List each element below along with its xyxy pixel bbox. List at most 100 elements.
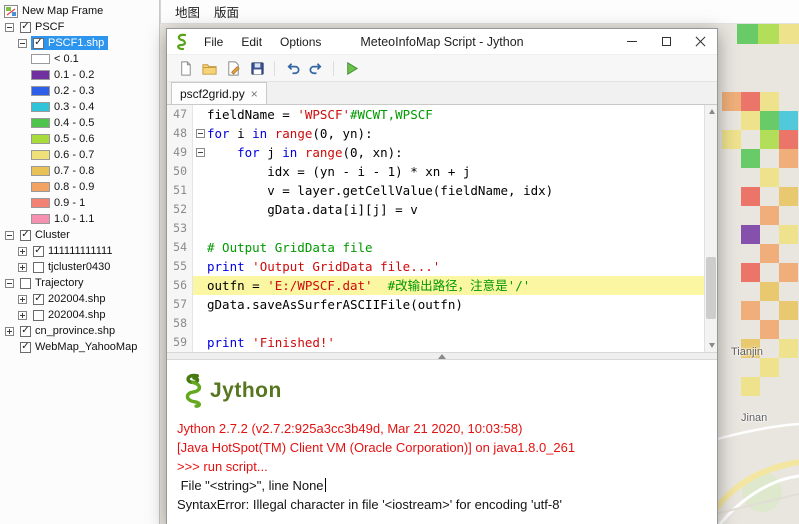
code-line[interactable]: 58 (167, 314, 717, 333)
menu-edit[interactable]: Edit (232, 35, 271, 49)
code-line[interactable]: 59print 'Finished!' (167, 333, 717, 352)
minimize-button[interactable] (615, 29, 649, 55)
tree-item[interactable]: WebMap_YahooMap (0, 339, 159, 355)
code-line[interactable]: 48for i in range(0, yn): (167, 124, 717, 143)
tree-item[interactable]: 202004.shp (0, 291, 159, 307)
layer-checkbox[interactable] (20, 230, 31, 241)
tab-label: pscf2grid.py (180, 87, 245, 101)
code-line[interactable]: 52 gData.data[i][j] = v (167, 200, 717, 219)
redo-icon[interactable] (304, 57, 328, 79)
legend-item[interactable]: 0.1 - 0.2 (0, 67, 159, 83)
legend-item[interactable]: < 0.1 (0, 51, 159, 67)
code-line[interactable]: 54# Output GridData file (167, 238, 717, 257)
layer-checkbox[interactable] (33, 294, 44, 305)
console-output[interactable]: Jython Jython 2.7.2 (v2.7.2:925a3cc3b49d… (167, 360, 717, 524)
tree-item[interactable]: tjcluster0430 (0, 259, 159, 275)
legend-item[interactable]: 1.0 - 1.1 (0, 211, 159, 227)
code-editor[interactable]: 47fieldName = 'WPSCF'#WCWT,WPSCF48for i … (167, 105, 717, 352)
code-line-body (193, 314, 717, 333)
layer-row: WebMap_YahooMap (18, 340, 141, 354)
code-line[interactable]: 47fieldName = 'WPSCF'#WCWT,WPSCF (167, 105, 717, 124)
layer-checkbox[interactable] (20, 342, 31, 353)
console-text: File "<string>", line None (177, 478, 324, 493)
layer-checkbox[interactable] (33, 38, 44, 49)
code-token: (0, xn): (343, 145, 403, 160)
collapse-icon[interactable] (5, 279, 14, 288)
code-token: idx = (yn - i - 1) * xn + j (207, 164, 470, 179)
fold-collapse-icon[interactable] (196, 148, 205, 157)
layer-checkbox[interactable] (20, 326, 31, 337)
expand-icon[interactable] (18, 311, 27, 320)
tree-item[interactable]: PSCF (0, 19, 159, 35)
run-icon[interactable] (339, 57, 363, 79)
console-lines: Jython 2.7.2 (v2.7.2:925a3cc3b49d, Mar 2… (177, 419, 717, 514)
tree-root-map-frame[interactable]: New Map Frame (0, 3, 159, 19)
code-line[interactable]: 53 (167, 219, 717, 238)
code-line[interactable]: 51 v = layer.getCellValue(fieldName, idx… (167, 181, 717, 200)
tab-pscf2grid[interactable]: pscf2grid.py × (171, 82, 267, 104)
tree-item[interactable]: PSCF1.shp (0, 35, 159, 51)
layer-checkbox[interactable] (33, 246, 44, 257)
legend-item[interactable]: 0.9 - 1 (0, 195, 159, 211)
legend-label: 0.2 - 0.3 (54, 85, 94, 97)
scrollbar-thumb[interactable] (706, 257, 716, 319)
expand-icon[interactable] (18, 295, 27, 304)
expand-icon[interactable] (18, 247, 27, 256)
code-line-body: v = layer.getCellValue(fieldName, idx) (193, 181, 717, 200)
new-file-icon[interactable] (173, 57, 197, 79)
tree-item[interactable]: Cluster (0, 227, 159, 243)
tree-item[interactable]: 202004.shp (0, 307, 159, 323)
layer-checkbox[interactable] (33, 262, 44, 273)
tab-close-icon[interactable]: × (251, 87, 258, 101)
menu-options[interactable]: Options (271, 35, 330, 49)
legend-item[interactable]: 0.6 - 0.7 (0, 147, 159, 163)
scroll-up-icon[interactable] (705, 105, 717, 118)
editor-console-splitter[interactable] (167, 352, 717, 360)
code-text: idx = (yn - i - 1) * xn + j (207, 162, 470, 181)
legend-item[interactable]: 0.5 - 0.6 (0, 131, 159, 147)
scroll-down-icon[interactable] (705, 339, 717, 352)
maximize-button[interactable] (649, 29, 683, 55)
legend-swatch (31, 86, 50, 96)
titlebar[interactable]: File Edit Options MeteoInfoMap Script - … (167, 29, 717, 55)
legend-item[interactable]: 0.4 - 0.5 (0, 115, 159, 131)
collapse-icon[interactable] (5, 23, 14, 32)
pscf-cell (760, 320, 779, 339)
menu-tab-layout[interactable]: 版面 (214, 2, 239, 21)
legend-item[interactable]: 0.7 - 0.8 (0, 163, 159, 179)
expand-icon[interactable] (5, 327, 14, 336)
tree-item[interactable]: 111111111111 (0, 243, 159, 259)
layer-checkbox[interactable] (33, 310, 44, 321)
menu-file[interactable]: File (195, 35, 232, 49)
close-button[interactable] (683, 29, 717, 55)
fold-collapse-icon[interactable] (196, 129, 205, 138)
code-text: gData.saveAsSurferASCIIFile(outfn) (207, 295, 463, 314)
undo-icon[interactable] (280, 57, 304, 79)
code-line[interactable]: 55print 'Output GridData file...' (167, 257, 717, 276)
layer-checkbox[interactable] (20, 278, 31, 289)
expand-icon[interactable] (18, 263, 27, 272)
line-number: 49 (167, 143, 193, 162)
maximize-icon (662, 37, 671, 46)
code-line[interactable]: 49 for j in range(0, xn): (167, 143, 717, 162)
open-icon[interactable] (197, 57, 221, 79)
code-line[interactable]: 57gData.saveAsSurferASCIIFile(outfn) (167, 295, 717, 314)
save-as-icon[interactable] (221, 57, 245, 79)
tree-item[interactable]: Trajectory (0, 275, 159, 291)
save-icon[interactable] (245, 57, 269, 79)
code-line-body: for i in range(0, yn): (193, 124, 717, 143)
code-line[interactable]: 56outfn = 'E:/WPSCF.dat' #改输出路径，注意是'/' (167, 276, 717, 295)
line-number: 48 (167, 124, 193, 143)
layer-checkbox[interactable] (20, 22, 31, 33)
menu-tab-map[interactable]: 地图 (175, 2, 200, 21)
editor-vscrollbar[interactable] (704, 105, 717, 352)
collapse-icon[interactable] (18, 39, 27, 48)
tree-item[interactable]: cn_province.shp (0, 323, 159, 339)
code-line-body: for j in range(0, xn): (193, 143, 717, 162)
legend-item[interactable]: 0.3 - 0.4 (0, 99, 159, 115)
legend-item[interactable]: 0.2 - 0.3 (0, 83, 159, 99)
legend-item[interactable]: 0.8 - 0.9 (0, 179, 159, 195)
code-line[interactable]: 50 idx = (yn - i - 1) * xn + j (167, 162, 717, 181)
pscf-cell (758, 24, 779, 44)
collapse-icon[interactable] (5, 231, 14, 240)
